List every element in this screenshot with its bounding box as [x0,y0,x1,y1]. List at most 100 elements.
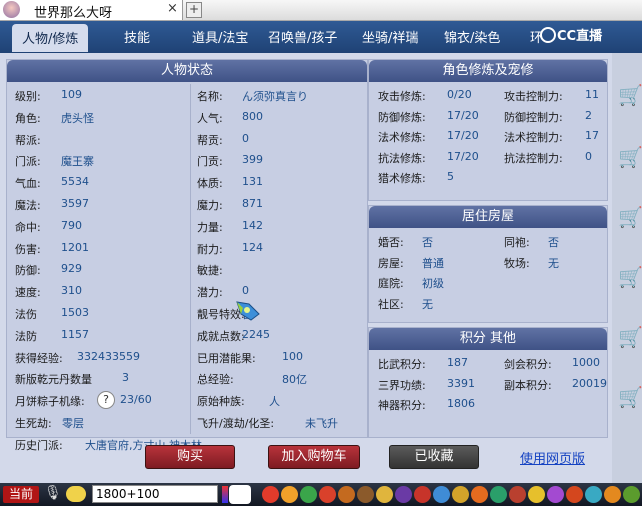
emoji-icon[interactable] [585,486,602,503]
tab-mounts[interactable]: 坐骑/祥瑞 [362,27,418,46]
emoji-icon[interactable] [338,486,355,503]
info-label: 比武积分: [378,358,426,371]
stat-value: 310 [61,284,82,298]
stat-value: 399 [242,153,263,167]
buy-button[interactable]: 购买 [145,445,235,469]
cart-icon[interactable]: 🛒 [618,265,642,289]
tab-title: 世界那么大呀 [34,6,113,21]
stat-label: 获得经验: [15,351,63,365]
emoji-icon[interactable] [376,486,393,503]
stat-label: 名称: [197,90,223,103]
stat-row: 月饼粽子机缘:? 23/60 原始种族: 人 [7,391,367,411]
cart-icon[interactable]: 🛒 [618,325,642,349]
info-label: 猎术修炼: [378,172,426,185]
info-row: 神器积分: 1806 [369,395,607,415]
color-picker-icon[interactable] [222,486,228,503]
info-value: 17 [585,129,599,142]
emoji-icon[interactable] [547,486,564,503]
character-status-title: 人物状态 [7,60,367,82]
main-panel: 人物状态 级别: 109 名称: ん须弥真言り 角色: 虎头怪 人气: 800 帮派: 帮贡: 0 门… [0,53,612,483]
emoji-icon[interactable] [433,486,450,503]
cart-icon[interactable]: 🛒 [618,83,642,107]
stat-value: 2245 [242,327,270,341]
stat-value: 魔王寨 [61,155,94,169]
stat-label: 新版乾元丹数量 [15,373,92,387]
character-status-section: 人物状态 级别: 109 名称: ん须弥真言り 角色: 虎头怪 人气: 800 帮派: 帮贡: 0 门… [6,59,368,452]
tab-summons[interactable]: 召唤兽/孩子 [268,27,337,46]
emoji-icon[interactable] [262,486,279,503]
emoji-icon[interactable] [471,486,488,503]
info-value: 0/20 [447,88,472,101]
cart-icon[interactable]: 🛒 [618,145,642,169]
chat-input[interactable]: 1800+100 [92,485,218,503]
speech-bubble-icon[interactable] [66,486,86,502]
stat-label: 力量: [197,220,223,234]
tab-character[interactable]: 人物/修炼 [12,24,89,52]
stat-label: 命中: [15,220,41,234]
stat-label: 耐力: [197,242,223,256]
emoji-icon[interactable] [414,486,431,503]
mascot-icon[interactable] [229,485,251,504]
info-value: 否 [548,236,559,249]
emoji-icon[interactable] [300,486,317,503]
stat-value: 23/60 [120,393,152,407]
chat-channel-button[interactable]: 当前 [3,486,39,503]
stat-value: 5534 [61,175,89,189]
info-label: 三界功绩: [378,378,426,392]
emoji-icon[interactable] [566,486,583,503]
stat-row: 法防 1157 成就点数: 2245 [7,326,367,346]
points-title: 积分 其他 [369,328,607,350]
stat-value: 790 [61,218,82,232]
info-label: 婚否: [378,236,404,249]
stat-value: 109 [61,88,82,101]
stat-label: 门派: [15,155,41,169]
info-label: 攻击控制力: [504,90,563,103]
tab-items[interactable]: 道具/法宝 [192,27,248,46]
emoji-icon[interactable] [490,486,507,503]
info-value: 1806 [447,397,475,410]
info-value: 20019 [572,376,607,390]
stat-label: 敏捷: [197,264,223,278]
help-icon[interactable]: ? [97,391,115,410]
stat-row: 获得经验: 332433559 已用潜能果: 100 [7,348,367,368]
microphone-icon[interactable]: 🎙 [44,485,62,501]
stat-label: 已用潜能果: [197,351,256,365]
emoji-icon[interactable] [604,486,621,503]
emoji-icon[interactable] [319,486,336,503]
browser-tab[interactable]: 世界那么大呀 × [0,0,183,21]
info-row: 法术修炼: 17/20 法术控制力: 17 [369,127,607,147]
close-tab-icon[interactable]: × [167,1,178,16]
stat-value: 1201 [61,240,89,254]
collected-button[interactable]: 已收藏 [389,445,479,469]
emoji-icon[interactable] [623,486,640,503]
use-web-version-link[interactable]: 使用网页版 [520,448,585,467]
stat-label: 帮派: [15,133,41,147]
info-value: 0 [585,149,592,163]
stat-value: 0 [242,284,249,298]
emoji-icon[interactable] [452,486,469,503]
cart-icon[interactable]: 🛒 [618,385,642,409]
emoji-icon[interactable] [395,486,412,503]
emoji-icon[interactable] [509,486,526,503]
add-to-cart-button[interactable]: 加入购物车 [268,445,360,469]
tab-skills[interactable]: 技能 [124,27,150,46]
cart-icon[interactable]: 🛒 [618,205,642,229]
new-tab-button[interactable]: + [186,2,202,18]
housing-title: 居住房屋 [369,206,607,228]
info-label: 房屋: [378,256,404,270]
info-label: 神器积分: [378,399,426,412]
chat-bar: 当前 🎙 1800+100 [0,483,642,506]
stat-row: 速度: 310 潜力: 0 [7,282,367,302]
info-value: 无 [422,297,433,311]
stat-row: 防御: 929 敏捷: [7,260,367,280]
tab-avatar-icon [3,1,20,18]
stat-value: 332433559 [77,349,140,363]
tab-outfits[interactable]: 锦衣/染色 [444,27,500,46]
emoji-icon[interactable] [528,486,545,503]
emoji-icon[interactable] [281,486,298,503]
emoji-icon[interactable] [357,486,374,503]
stat-value: 929 [61,262,82,276]
info-label: 攻击修炼: [378,90,426,103]
info-value: 11 [585,88,599,101]
info-value: 5 [447,170,454,183]
